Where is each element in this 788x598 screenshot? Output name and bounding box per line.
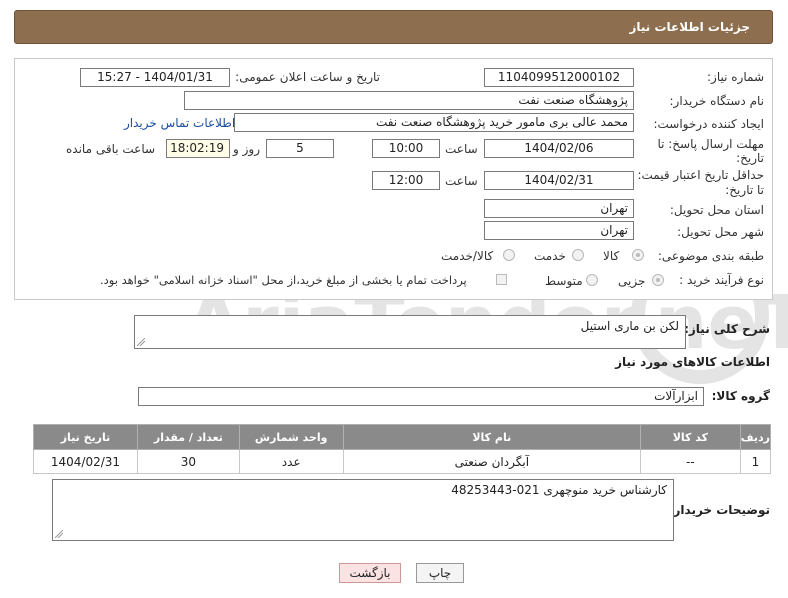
remaining-time-field: 18:02:19 bbox=[166, 139, 230, 158]
category-label: طبقه بندی موضوعی: bbox=[657, 249, 764, 263]
city-label: شهر محل تحویل: bbox=[677, 225, 764, 239]
col-code: کد کالا bbox=[639, 424, 741, 450]
resize-grip-icon[interactable] bbox=[55, 530, 63, 538]
category-goods-radio[interactable] bbox=[632, 249, 644, 261]
category-service-label: خدمت bbox=[534, 249, 566, 263]
creator-label: ایجاد کننده درخواست: bbox=[653, 117, 764, 131]
reply-days-label: روز و bbox=[233, 142, 260, 156]
process-minor-label: جزیی bbox=[618, 274, 646, 288]
resize-grip-icon[interactable] bbox=[137, 338, 145, 346]
process-medium-label: متوسط bbox=[545, 274, 583, 288]
reply-time-label: ساعت bbox=[445, 142, 478, 156]
reply-time-field: 10:00 bbox=[372, 139, 440, 158]
category-both-radio[interactable] bbox=[503, 249, 515, 261]
col-qty: تعداد / مقدار bbox=[136, 424, 240, 450]
price-validity-date-field: 1404/02/31 bbox=[484, 171, 634, 190]
treasury-checkbox[interactable] bbox=[496, 274, 507, 285]
row-name: آبگردان صنعتی bbox=[342, 449, 641, 474]
col-index: ردیف bbox=[739, 424, 772, 450]
buyer-notes-textarea[interactable]: کارشناس خرید منوچهری 021-48253443 bbox=[52, 479, 674, 541]
category-service-radio[interactable] bbox=[572, 249, 584, 261]
reply-date-field: 1404/02/06 bbox=[484, 139, 634, 158]
process-minor-radio[interactable] bbox=[652, 274, 664, 286]
price-validity-label-2: تا تاریخ: bbox=[725, 183, 764, 197]
province-label: استان محل تحویل: bbox=[669, 203, 764, 217]
page-title: جزئیات اطلاعات نیاز bbox=[629, 20, 750, 34]
description-label: شرح کلی نیاز: bbox=[684, 322, 770, 336]
col-name: نام کالا bbox=[342, 424, 641, 450]
category-both-label: کالا/خدمت bbox=[441, 249, 494, 263]
print-button[interactable]: چاپ bbox=[416, 563, 464, 583]
creator-field: محمد عالی برى مامور خرید پژوهشگاه صنعت ن… bbox=[234, 113, 634, 132]
table-row: 1 -- آبگردان صنعتی عدد 30 1404/02/31 bbox=[33, 449, 772, 474]
city-field: تهران bbox=[484, 221, 634, 240]
buyer-contact-link[interactable]: اطلاعات تماس خریدار bbox=[124, 116, 235, 130]
reply-deadline-label-2: تاریخ: bbox=[736, 151, 764, 165]
description-text: لکن بن ماری استیل bbox=[580, 319, 679, 333]
buyer-notes-label: توضیحات خریدار: bbox=[668, 503, 770, 517]
process-medium-radio[interactable] bbox=[586, 274, 598, 286]
process-label: نوع فرآیند خرید : bbox=[679, 273, 764, 287]
row-qty: 30 bbox=[136, 449, 240, 474]
goods-group-label: گروه کالا: bbox=[711, 389, 770, 403]
col-date: تاریخ نیاز bbox=[33, 424, 138, 450]
need-number-field: 1104099512000102 bbox=[484, 68, 634, 87]
row-code: -- bbox=[639, 449, 741, 474]
province-field: تهران bbox=[484, 199, 634, 218]
buyer-notes-text: کارشناس خرید منوچهری 021-48253443 bbox=[451, 483, 667, 497]
col-unit: واحد شمارش bbox=[238, 424, 344, 450]
back-button[interactable]: بازگشت bbox=[339, 563, 401, 583]
category-goods-label: کالا bbox=[603, 249, 620, 263]
row-index: 1 bbox=[739, 449, 772, 474]
row-unit: عدد bbox=[238, 449, 344, 474]
buyer-org-label: نام دستگاه خریدار: bbox=[669, 94, 765, 108]
price-validity-time-label: ساعت bbox=[445, 174, 478, 188]
buyer-org-field: پژوهشگاه صنعت نفت bbox=[184, 91, 634, 110]
row-date: 1404/02/31 bbox=[33, 449, 138, 474]
announce-field: 1404/01/31 - 15:27 bbox=[80, 68, 230, 87]
goods-section-title: اطلاعات کالاهای مورد نیاز bbox=[615, 355, 770, 369]
reply-deadline-label: مهلت ارسال پاسخ: تا bbox=[657, 137, 764, 151]
description-textarea[interactable]: لکن بن ماری استیل bbox=[134, 315, 686, 349]
goods-table: ردیف کد کالا نام کالا واحد شمارش تعداد /… bbox=[33, 424, 772, 474]
need-number-label: شماره نیاز: bbox=[707, 70, 764, 84]
announce-label: تاریخ و ساعت اعلان عمومی: bbox=[235, 70, 380, 84]
reply-days-field: 5 bbox=[266, 139, 334, 158]
goods-group-field: ابزارآلات bbox=[138, 387, 704, 406]
treasury-note: پرداخت تمام یا بخشی از مبلغ خرید،از محل … bbox=[100, 273, 467, 287]
remaining-time-label: ساعت باقی مانده bbox=[66, 142, 156, 156]
page-header: جزئیات اطلاعات نیاز bbox=[14, 10, 773, 44]
price-validity-time-field: 12:00 bbox=[372, 171, 440, 190]
price-validity-label: حداقل تاریخ اعتبار قیمت: bbox=[637, 168, 764, 182]
